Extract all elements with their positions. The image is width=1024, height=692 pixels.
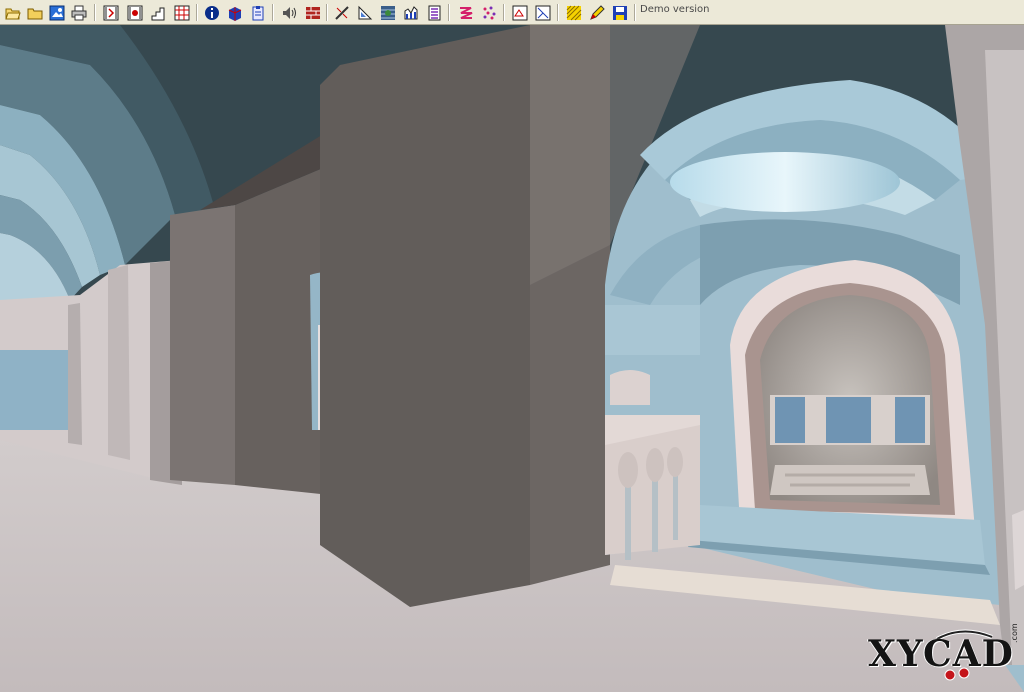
info-button[interactable] [201,3,221,22]
speaker-icon [283,7,296,19]
frame-button[interactable] [509,3,529,22]
colonnette-capital [618,452,638,488]
scatter-icon [483,6,496,20]
toolbar-separator [326,4,328,21]
perspective-icon [535,5,551,21]
chart-button[interactable] [400,3,420,22]
triangle-button[interactable] [354,3,374,22]
texture-button[interactable] [377,3,397,22]
colonnette [673,475,678,540]
print-button[interactable] [68,3,88,22]
left-column [68,303,82,445]
film-icon [103,5,119,21]
zigzag-button[interactable] [455,3,475,22]
left-column [108,265,130,460]
open-file-button[interactable] [2,3,22,22]
pencil-button[interactable] [586,3,606,22]
pencil-icon [590,5,605,20]
pillar-face [170,205,235,485]
triangle-icon [358,5,373,20]
watermark-logo-text: XYCAD [868,633,1014,675]
sound-button[interactable] [278,3,298,22]
toolbar-separator [557,4,559,21]
save-button[interactable] [609,3,629,22]
film-record-button[interactable] [124,3,144,22]
solid-button[interactable] [224,3,244,22]
open-file-icon [5,8,21,20]
image-export-button[interactable] [46,3,66,22]
scatter-button[interactable] [478,3,498,22]
grid-button[interactable] [171,3,191,22]
info-icon [205,6,219,20]
image-icon [49,5,65,21]
toolbar: Demo version [0,0,1024,25]
solid-icon [228,7,242,21]
frame-icon [512,5,528,21]
toolbar-separator [634,4,636,21]
toolbar-separator [94,4,96,21]
film-button[interactable] [100,3,120,22]
dome-oculus [670,152,900,212]
3d-viewport[interactable]: XYCAD .com [0,25,1024,692]
left-window [0,350,68,430]
toolbar-separator [503,4,505,21]
stairs-button[interactable] [148,3,168,22]
grid-icon [174,5,190,21]
clipboard-icon [252,6,264,21]
watermark-suffix: .com [1010,623,1019,643]
zigzag-icon [460,7,473,19]
colonnette-capital [667,447,683,477]
toolbar-separator [272,4,274,21]
colonnette [652,480,658,552]
measure-icon [335,6,349,20]
apse-steps [770,465,930,495]
stairs-icon [151,7,165,21]
brick-wall-icon [306,7,320,19]
apse-window [895,397,925,443]
printer-icon [71,5,87,21]
hatch-icon [566,5,582,21]
colonnette-capital [646,448,664,482]
3d-scene-render [0,25,1024,692]
open-folder-button[interactable] [24,3,44,22]
folder-icon [27,8,43,20]
dome-arch-band [605,305,700,355]
apse-window [775,397,805,443]
colonnette [625,485,631,560]
layers-icon [428,5,441,21]
perspective-button[interactable] [532,3,552,22]
demo-version-label: Demo version [640,4,710,15]
toolbar-separator [448,4,450,21]
save-icon [613,6,627,20]
hatch-button[interactable] [563,3,583,22]
clipboard-button[interactable] [247,3,267,22]
arcade-arch [610,370,650,405]
layers-button[interactable] [423,3,443,22]
film-record-icon [127,5,143,21]
wall-button[interactable] [302,3,322,22]
chart-icon [404,6,418,20]
measure-button[interactable] [331,3,351,22]
toolbar-separator [196,4,198,21]
apse-window [826,397,871,443]
texture-icon [381,6,395,20]
foreground-pillar [320,25,530,607]
xycad-watermark: XYCAD .com [862,623,1022,687]
